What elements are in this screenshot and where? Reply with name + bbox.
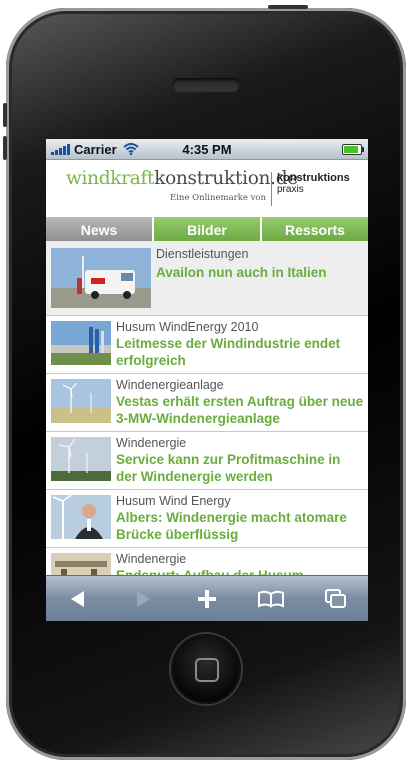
signal-icon	[51, 143, 70, 155]
article-category: Husum Wind Energy	[116, 494, 231, 508]
volume-down-button	[3, 136, 7, 160]
forward-icon[interactable]	[123, 579, 163, 619]
add-icon[interactable]	[187, 579, 227, 619]
earpiece	[172, 78, 240, 92]
article-category: Windenergie	[116, 552, 187, 566]
back-icon[interactable]	[58, 579, 98, 619]
logo-subtitle: Eine Onlinemarke von	[170, 193, 266, 203]
sleep-button	[268, 5, 308, 9]
news-list: Dienstleistungen Availon nun auch in Ita…	[46, 241, 368, 576]
article-thumbnail	[51, 495, 111, 539]
pages-icon[interactable]	[316, 579, 356, 619]
article-category: Windenergieanlage	[116, 378, 224, 392]
wifi-icon	[122, 143, 139, 155]
screen: Carrier 4:35 PM windkraftkonstruktion.de…	[46, 139, 368, 621]
battery-icon	[342, 144, 364, 155]
article-title[interactable]: Service kann zur Profitmaschine in der W…	[116, 451, 364, 485]
article-category: Windenergie	[116, 436, 187, 450]
list-item[interactable]: Husum WindEnergy 2010 Leitmesse der Wind…	[46, 316, 368, 374]
logo-divider	[271, 172, 272, 206]
article-title[interactable]: Albers: Windenergie macht atomare Brücke…	[116, 509, 364, 543]
home-button[interactable]	[171, 634, 241, 704]
article-category: Husum WindEnergy 2010	[116, 320, 259, 334]
list-item[interactable]: Windenergieanlage Vestas erhält ersten A…	[46, 374, 368, 432]
browser-toolbar	[46, 575, 368, 621]
tab-ressorts[interactable]: Ressorts	[262, 217, 368, 242]
article-title[interactable]: Leitmesse der Windindustrie endet erfolg…	[116, 335, 364, 369]
site-logo[interactable]: windkraftkonstruktion.de	[66, 168, 298, 189]
status-bar: Carrier 4:35 PM	[46, 139, 368, 160]
article-thumbnail	[51, 248, 151, 308]
article-title[interactable]: Availon nun auch in Italien	[156, 264, 364, 281]
list-item[interactable]: Husum Wind Energy Albers: Windenergie ma…	[46, 490, 368, 548]
article-category: Dienstleistungen	[156, 247, 249, 261]
tab-news[interactable]: News	[46, 217, 154, 242]
list-item[interactable]: Dienstleistungen Availon nun auch in Ita…	[46, 241, 368, 316]
article-thumbnail	[51, 437, 111, 481]
carrier-label: Carrier	[74, 141, 117, 157]
bookmarks-icon[interactable]	[251, 579, 291, 619]
article-thumbnail	[51, 321, 111, 365]
partner-logo[interactable]: konstruktions praxis	[277, 173, 350, 196]
list-item[interactable]: Windenergie Endspurt: Aufbau der Husum	[46, 548, 368, 576]
article-thumbnail	[51, 379, 111, 423]
volume-up-button	[3, 103, 7, 127]
tab-bar: News Bilder Ressorts	[46, 217, 368, 242]
article-title[interactable]: Vestas erhält ersten Auftrag über neue 3…	[116, 393, 364, 427]
site-header[interactable]: windkraftkonstruktion.de Eine Onlinemark…	[46, 160, 368, 216]
list-item[interactable]: Windenergie Service kann zur Profitmasch…	[46, 432, 368, 490]
tab-bilder[interactable]: Bilder	[154, 217, 262, 242]
article-thumbnail	[51, 553, 111, 576]
